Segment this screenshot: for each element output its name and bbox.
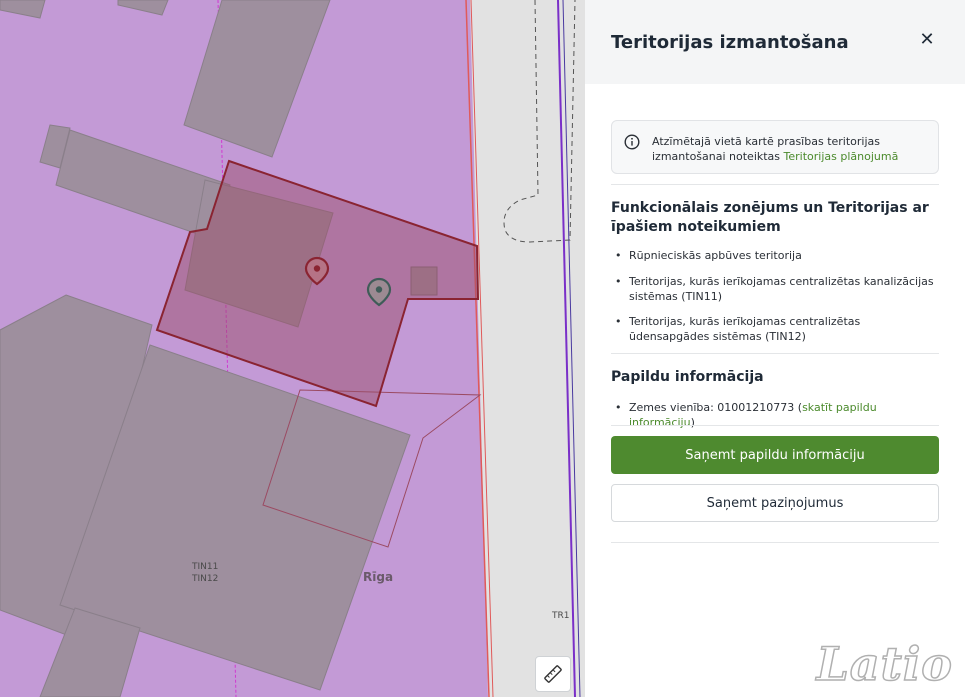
measure-button[interactable] (535, 656, 571, 692)
zoning-title: Funkcionālais zonējums un Teritorijas ar… (611, 200, 929, 235)
zoning-item: Teritorijas, kurās ierīkojamas centraliz… (611, 314, 941, 344)
panel-header: Teritorijas izmantošana ✕ (585, 0, 965, 84)
get-more-info-button[interactable]: Saņemt papildu informāciju (611, 436, 939, 474)
latio-logo: Latio (816, 636, 953, 692)
additional-info-title: Papildu informācija (611, 369, 764, 385)
building (117, 0, 169, 16)
divider (611, 425, 939, 426)
road-label-tr1: TR1 (552, 611, 570, 621)
parcel-suffix: ) (690, 416, 695, 429)
parcel-number: Zemes vienība: 01001210773 ( (629, 401, 803, 414)
zoning-list: Rūpnieciskās apbūves teritorija Teritori… (611, 248, 941, 344)
road (470, 0, 585, 697)
zoning-item: Teritorijas, kurās ierīkojamas centraliz… (611, 274, 941, 304)
building (0, 0, 46, 19)
info-icon (624, 134, 640, 150)
zoning-item: Rūpnieciskās apbūves teritorija (611, 248, 941, 263)
ruler-icon (544, 665, 562, 683)
info-panel: Teritorijas izmantošana ✕ Atzīmētajā vie… (585, 0, 965, 697)
panel-title: Teritorijas izmantošana (611, 32, 849, 53)
info-notice: Atzīmētajā vietā kartē prasības teritori… (611, 120, 939, 174)
planning-link[interactable]: Teritorijas plānojumā (784, 150, 899, 163)
close-icon[interactable]: ✕ (915, 28, 939, 52)
building (183, 0, 331, 158)
zone-label-tin11: TIN11 (192, 562, 219, 572)
get-notifications-button[interactable]: Saņemt paziņojumus (611, 484, 939, 522)
info-text: Atzīmētajā vietā kartē prasības teritori… (652, 134, 930, 164)
zone-label-tin12: TIN12 (192, 574, 219, 584)
map-view[interactable]: TIN11 TIN12 Rīga TR1 (0, 0, 585, 697)
divider (611, 184, 939, 185)
map-canvas[interactable] (0, 0, 585, 697)
divider (611, 542, 939, 543)
divider (611, 353, 939, 354)
city-label: Rīga (363, 570, 394, 584)
